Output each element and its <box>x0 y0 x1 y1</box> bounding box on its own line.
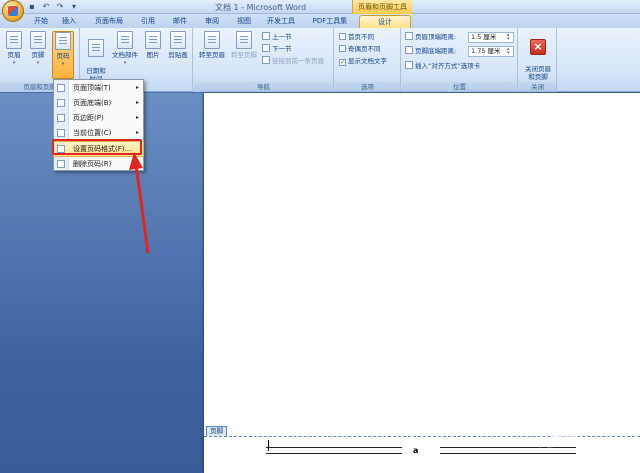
watermark: Baidu经验 jingyan.baidu.com <box>490 416 595 448</box>
watermark-text: Baidu经验 <box>490 421 579 441</box>
watermark-subtext: jingyan.baidu.com <box>540 441 596 448</box>
annotation-arrow-icon <box>129 152 150 254</box>
office-button[interactable] <box>2 0 24 22</box>
office-logo-icon <box>8 6 18 16</box>
